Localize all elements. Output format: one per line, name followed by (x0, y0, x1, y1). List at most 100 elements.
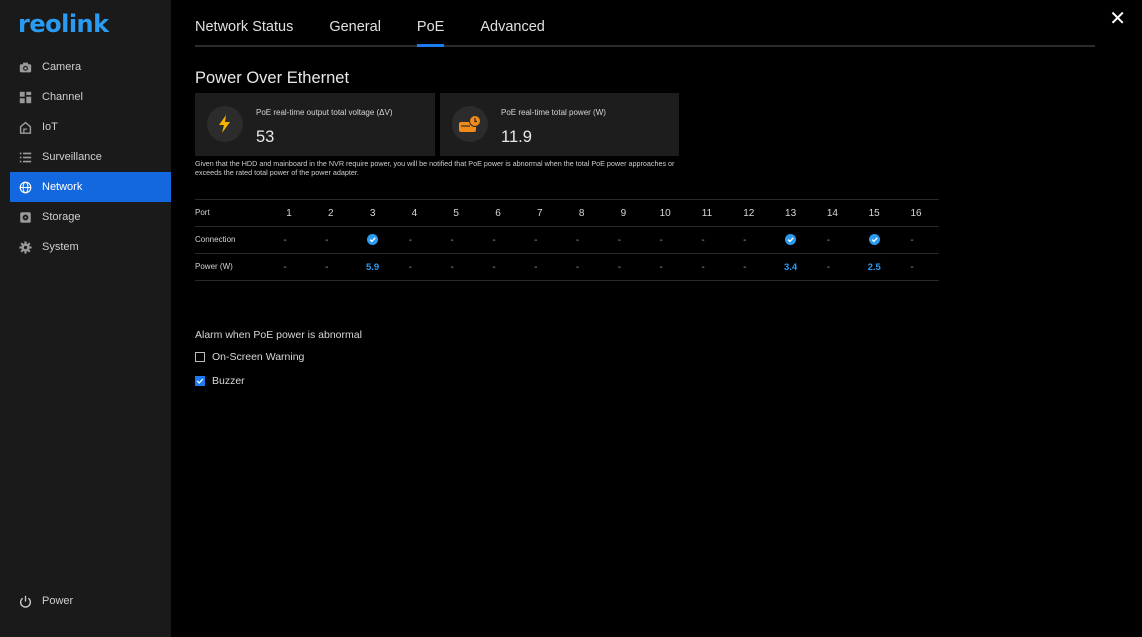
table-row-connection: Connection - - - - - - - - - - - - - (195, 226, 939, 253)
port-number: 3 (369, 208, 376, 219)
connection-status: - (659, 235, 663, 246)
tab-poe[interactable]: PoE (416, 0, 445, 47)
port-power-value: - (283, 262, 287, 273)
port-power-value: 3.4 (783, 262, 798, 273)
port-power-value: - (408, 262, 413, 273)
close-icon[interactable]: ✕ (1109, 9, 1126, 29)
connection-status: - (701, 235, 705, 246)
port-number: 11 (701, 208, 713, 219)
sidebar-item-network[interactable]: Network (10, 172, 171, 202)
port-power-value: - (826, 262, 831, 273)
power-adapter-icon (452, 106, 488, 142)
port-power-value: - (743, 262, 747, 273)
row-label-power: Power (W) (195, 262, 233, 271)
on-screen-warning-checkbox[interactable] (195, 352, 205, 362)
poe-note: Given that the HDD and mainboard in the … (195, 159, 675, 177)
port-number: 1 (286, 208, 292, 219)
voltage-value: 53 (256, 128, 275, 146)
port-power-value: - (910, 262, 914, 273)
globe-icon (18, 180, 32, 194)
port-number: 2 (328, 208, 334, 219)
row-label-connection: Connection (195, 235, 236, 244)
connection-status: - (826, 235, 831, 246)
port-number: 9 (620, 208, 627, 219)
ports-table: Port 1 2 3 4 5 6 7 8 9 10 11 12 13 14 15 16 Connection … (195, 199, 939, 281)
sidebar-nav: Camera Channel IoT Surveillance Network (10, 52, 171, 262)
table-row-port: Port 1 2 3 4 5 6 7 8 9 10 11 12 13 14 15 16 (195, 199, 939, 226)
power-card: PoE real-time total power (W) 11.9 (440, 93, 679, 156)
voltage-label: PoE real-time output total voltage (ΔV) (256, 108, 393, 117)
grid-icon (18, 90, 32, 104)
tab-network-status[interactable]: Network Status (195, 0, 293, 45)
connection-status: - (283, 235, 287, 246)
tab-general[interactable]: General (329, 0, 381, 45)
sidebar-item-channel[interactable]: Channel (10, 82, 171, 112)
sidebar-item-camera[interactable]: Camera (10, 52, 171, 82)
port-number: 13 (785, 208, 797, 219)
sidebar-item-label: Channel (42, 91, 83, 103)
port-number: 8 (578, 208, 585, 219)
port-number: 4 (411, 208, 418, 219)
port-number: 6 (495, 208, 501, 219)
storage-icon (18, 210, 32, 224)
port-power-value: 5.9 (365, 262, 380, 273)
bolt-icon (207, 106, 243, 142)
power-button[interactable]: Power (10, 586, 179, 616)
port-power-value: - (701, 262, 705, 273)
connection-status: - (910, 235, 914, 246)
sidebar-item-storage[interactable]: Storage (10, 202, 171, 232)
sidebar-item-iot[interactable]: IoT (10, 112, 171, 142)
reolink-logo: reolink (18, 10, 109, 38)
sidebar-item-label: Storage (42, 211, 81, 223)
buzzer-option[interactable]: Buzzer (195, 375, 245, 387)
row-label-port: Port (195, 208, 210, 217)
sidebar: reolink Camera Channel IoT Surveillance (0, 0, 171, 637)
gear-icon (18, 240, 32, 254)
port-number: 10 (659, 208, 671, 219)
power-label: PoE real-time total power (W) (501, 108, 606, 117)
connection-status: - (575, 235, 580, 246)
port-power-value: - (450, 262, 454, 273)
sidebar-item-surveillance[interactable]: Surveillance (10, 142, 171, 172)
list-icon (18, 150, 32, 164)
connection-status: - (534, 235, 538, 246)
tab-bar: Network Status General PoE Advanced (195, 0, 1095, 47)
voltage-card: PoE real-time output total voltage (ΔV) … (195, 93, 435, 156)
check-icon (196, 378, 204, 384)
on-screen-warning-label: On-Screen Warning (212, 351, 305, 363)
port-power-value: - (617, 262, 622, 273)
port-number: 7 (537, 208, 543, 219)
power-label: Power (42, 595, 74, 607)
port-number: 12 (743, 208, 755, 219)
port-number: 5 (453, 208, 459, 219)
tab-advanced[interactable]: Advanced (480, 0, 545, 45)
on-screen-warning-option[interactable]: On-Screen Warning (195, 351, 304, 363)
sidebar-item-label: Network (42, 181, 83, 193)
port-power-value: - (575, 262, 580, 273)
connection-status: - (325, 235, 329, 246)
port-power-value: - (659, 262, 663, 273)
sidebar-item-system[interactable]: System (10, 232, 171, 262)
buzzer-label: Buzzer (212, 375, 245, 387)
connection-status: - (408, 235, 413, 246)
connection-status: - (450, 235, 454, 246)
connected-check-icon (361, 234, 385, 249)
camera-icon (18, 60, 32, 74)
port-number: 14 (826, 208, 838, 219)
connection-status: - (617, 235, 622, 246)
connected-check-icon (779, 234, 803, 249)
port-power-value: - (325, 262, 329, 273)
connection-status: - (743, 235, 747, 246)
port-power-value: - (492, 262, 496, 273)
port-power-value: - (534, 262, 538, 273)
power-value: 11.9 (501, 128, 532, 146)
sidebar-item-label: Surveillance (42, 151, 102, 163)
port-power-value: 2.5 (867, 262, 881, 273)
page-title: Power Over Ethernet (195, 69, 350, 87)
connected-check-icon (862, 234, 886, 249)
sidebar-item-label: Camera (42, 61, 82, 73)
port-number: 16 (910, 208, 922, 219)
home-icon (18, 120, 32, 134)
buzzer-checkbox[interactable] (195, 376, 205, 386)
table-row-power: Power (W) - - 5.9 - - - - - - - - - 3.4 - 2.5 - (195, 253, 939, 281)
